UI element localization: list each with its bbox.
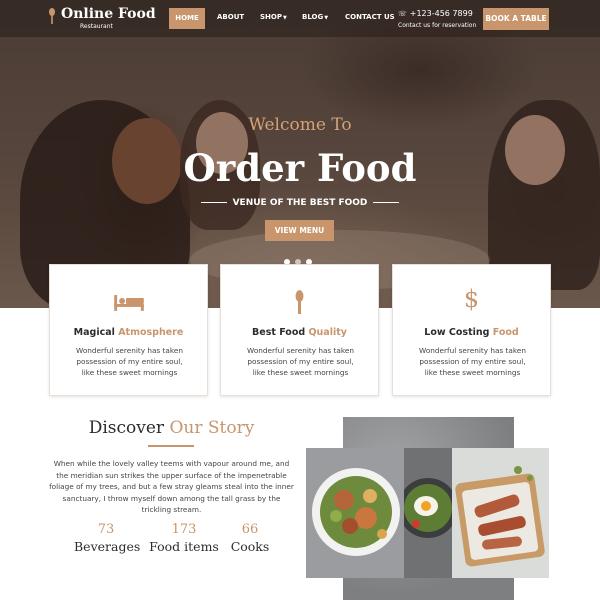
stat-label: Beverages bbox=[74, 539, 141, 554]
tagline-line-right bbox=[373, 202, 400, 203]
nav-home[interactable]: HOME bbox=[169, 8, 205, 29]
nav-shop[interactable]: SHOP▼ bbox=[260, 13, 287, 21]
reservation-note: Contact us for reservation bbox=[398, 22, 477, 29]
dollar-icon: $ bbox=[463, 285, 480, 313]
feature-text: Wonderful serenity has taken possession … bbox=[76, 346, 183, 377]
food-photo-skewers bbox=[452, 448, 549, 578]
stat-value: 173 bbox=[171, 522, 197, 537]
feature-title-plain: Magical bbox=[73, 327, 119, 338]
hero-banner: Welcome To Order Food VENUE OF THE BEST … bbox=[0, 0, 600, 308]
logo-subtitle: Restaurant bbox=[80, 23, 113, 30]
hero-title: Order Food bbox=[183, 146, 417, 190]
feature-text: Wonderful serenity has taken possession … bbox=[247, 346, 354, 377]
hero-tagline: VENUE OF THE BEST FOOD bbox=[0, 198, 600, 208]
feature-title: Low Costing Food bbox=[393, 327, 550, 338]
feature-title-accent: Atmosphere bbox=[118, 327, 184, 338]
nav-blog-label: BLOG bbox=[302, 13, 324, 21]
bed-icon bbox=[114, 295, 144, 311]
feature-card: Magical Atmosphere Wonderful serenity ha… bbox=[49, 264, 208, 396]
feature-title: Best Food Quality bbox=[221, 327, 378, 338]
story-text: When while the lovely valley teems with … bbox=[49, 459, 294, 514]
stat-value: 66 bbox=[241, 522, 259, 537]
story-title: Discover Our Story bbox=[48, 418, 295, 438]
feature-title: Magical Atmosphere bbox=[50, 327, 207, 338]
top-navbar: Online Food Restaurant HOME ABOUT SHOP▼ … bbox=[0, 0, 600, 37]
phone-icon: ☏ bbox=[398, 10, 407, 18]
stat-cooks: 66 Cooks bbox=[228, 522, 272, 554]
stat-beverages: 73 Beverages bbox=[74, 522, 141, 554]
nav-blog[interactable]: BLOG▼ bbox=[302, 13, 328, 21]
story-title-accent: Our Story bbox=[169, 418, 255, 438]
feature-title-plain: Low Costing bbox=[424, 327, 493, 338]
story-divider bbox=[148, 445, 194, 447]
food-photo-salad bbox=[306, 448, 404, 578]
feature-title-plain: Best Food bbox=[252, 327, 309, 338]
caret-down-icon: ▼ bbox=[282, 15, 287, 21]
spoon-icon bbox=[295, 290, 304, 314]
stat-label: Food items bbox=[149, 539, 219, 554]
stat-label: Cooks bbox=[230, 539, 270, 554]
feature-text: Wonderful serenity has taken possession … bbox=[419, 346, 526, 377]
caret-down-icon: ▼ bbox=[324, 15, 329, 21]
feature-title-accent: Food bbox=[492, 327, 519, 338]
feature-card: Best Food Quality Wonderful serenity has… bbox=[220, 264, 379, 396]
feature-title-accent: Quality bbox=[308, 327, 347, 338]
spoon-icon bbox=[49, 8, 55, 24]
stat-value: 73 bbox=[97, 522, 115, 537]
phone-text: +123-456 7899 bbox=[409, 9, 473, 18]
view-menu-button[interactable]: VIEW MENU bbox=[265, 220, 334, 241]
food-photo-egg-bowl bbox=[404, 448, 452, 578]
nav-contact[interactable]: CONTACT US bbox=[345, 13, 395, 21]
nav-shop-label: SHOP bbox=[260, 13, 282, 21]
tagline-line-left bbox=[200, 202, 227, 203]
logo-title[interactable]: Online Food bbox=[61, 6, 156, 22]
phone-number[interactable]: ☏ +123-456 7899 bbox=[398, 9, 473, 18]
story-title-plain: Discover bbox=[88, 418, 170, 438]
hero-welcome: Welcome To bbox=[248, 115, 352, 135]
nav-about[interactable]: ABOUT bbox=[217, 13, 244, 21]
book-table-button[interactable]: BOOK A TABLE bbox=[483, 8, 549, 30]
feature-card: $ Low Costing Food Wonderful serenity ha… bbox=[392, 264, 551, 396]
hero-tagline-text: VENUE OF THE BEST FOOD bbox=[232, 198, 368, 208]
stat-food-items: 173 Food items bbox=[148, 522, 220, 554]
